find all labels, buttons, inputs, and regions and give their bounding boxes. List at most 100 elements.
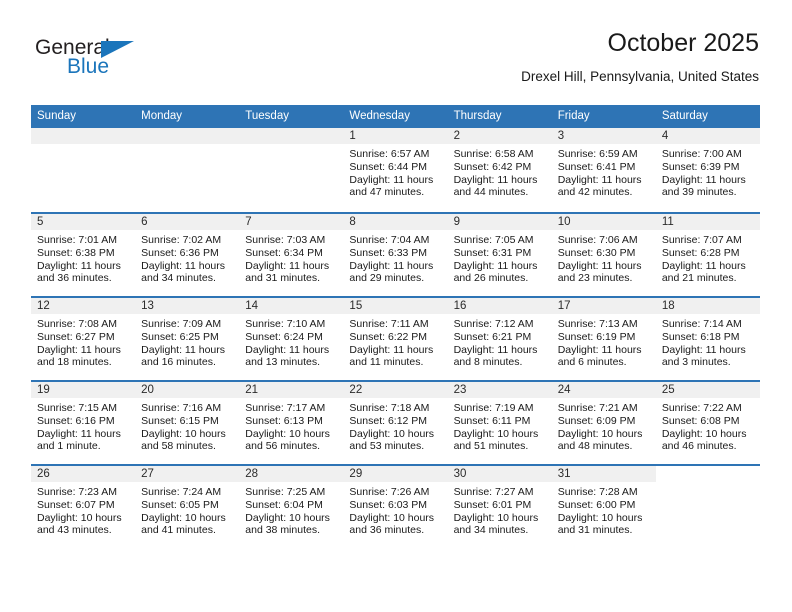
day-info-sunrise: Sunrise: 7:10 AM bbox=[245, 318, 326, 330]
day-info-daylight1: Daylight: 10 hours bbox=[245, 511, 330, 524]
day-info-sunrise: Sunrise: 7:27 AM bbox=[453, 486, 534, 498]
day-cell[interactable]: 11 Sunrise: 7:07 AM Sunset: 6:28 PM Dayligh… bbox=[655, 212, 760, 296]
day-cell[interactable]: 1 Sunrise: 6:57 AM Sunset: 6:44 PM Daylight… bbox=[343, 128, 448, 212]
day-cell[interactable]: 9 Sunrise: 7:05 AM Sunset: 6:31 PM Daylight… bbox=[447, 212, 552, 296]
day-info: Sunrise: 7:17 AM Sunset: 6:13 PM Daylight:… bbox=[239, 398, 343, 453]
day-cell[interactable]: 15 Sunrise: 7:11 AM Sunset: 6:22 PM Dayligh… bbox=[343, 296, 448, 380]
day-cell[interactable]: 10 Sunrise: 7:06 AM Sunset: 6:30 PM Dayligh… bbox=[551, 212, 656, 296]
day-cell[interactable]: 16 Sunrise: 7:12 AM Sunset: 6:21 PM Dayligh… bbox=[447, 296, 552, 380]
day-info-daylight1: Daylight: 11 hours bbox=[453, 173, 538, 186]
day-cell[interactable]: 7 Sunrise: 7:03 AM Sunset: 6:34 PM Daylight… bbox=[239, 212, 344, 296]
day-info-daylight1: Daylight: 10 hours bbox=[349, 511, 435, 524]
day-info-daylight2: and 6 minutes. bbox=[557, 356, 627, 369]
calendar-cell: 22 Sunrise: 7:18 AM Sunset: 6:12 PM Dayligh… bbox=[343, 380, 448, 464]
day-info-sunset: Sunset: 6:33 PM bbox=[349, 246, 428, 259]
day-info-daylight2: and 53 minutes. bbox=[349, 440, 425, 453]
day-info-sunrise: Sunrise: 6:59 AM bbox=[557, 148, 638, 160]
calendar-cell: 29 Sunrise: 7:26 AM Sunset: 6:03 PM Dayligh… bbox=[343, 464, 448, 548]
calendar-cell: 8 Sunrise: 7:04 AM Sunset: 6:33 PM Daylight… bbox=[343, 212, 448, 296]
day-info-daylight1: Daylight: 11 hours bbox=[37, 259, 121, 272]
day-info: Sunrise: 7:06 AM Sunset: 6:30 PM Daylight:… bbox=[552, 230, 656, 285]
calendar-cell: 28 Sunrise: 7:25 AM Sunset: 6:04 PM Dayligh… bbox=[239, 464, 344, 548]
day-cell[interactable]: 18 Sunrise: 7:14 AM Sunset: 6:18 PM Dayligh… bbox=[655, 296, 760, 380]
day-info-sunrise: Sunrise: 7:00 AM bbox=[661, 148, 742, 160]
calendar-cell bbox=[31, 128, 136, 212]
day-info-daylight2: and 47 minutes. bbox=[349, 186, 425, 199]
day-info-sunrise: Sunrise: 7:01 AM bbox=[37, 234, 117, 246]
day-info-sunrise: Sunrise: 7:08 AM bbox=[37, 318, 117, 330]
day-cell[interactable]: 29 Sunrise: 7:26 AM Sunset: 6:03 PM Dayligh… bbox=[343, 464, 448, 548]
day-info-daylight1: Daylight: 10 hours bbox=[661, 427, 747, 440]
day-cell[interactable]: 19 Sunrise: 7:15 AM Sunset: 6:16 PM Dayligh… bbox=[31, 380, 136, 464]
day-number: 12 bbox=[31, 298, 136, 314]
day-info-daylight1: Daylight: 11 hours bbox=[349, 259, 434, 272]
day-info-sunrise: Sunrise: 7:12 AM bbox=[453, 318, 534, 330]
day-info: Sunrise: 7:21 AM Sunset: 6:09 PM Daylight:… bbox=[552, 398, 656, 453]
day-cell[interactable]: 17 Sunrise: 7:13 AM Sunset: 6:19 PM Dayligh… bbox=[551, 296, 656, 380]
calendar-cell: 1 Sunrise: 6:57 AM Sunset: 6:44 PM Daylight… bbox=[343, 128, 448, 212]
day-info: Sunrise: 7:02 AM Sunset: 6:36 PM Daylight:… bbox=[135, 230, 239, 285]
calendar-cell: 2 Sunrise: 6:58 AM Sunset: 6:42 PM Daylight… bbox=[447, 128, 552, 212]
calendar-cell: 25 Sunrise: 7:22 AM Sunset: 6:08 PM Dayligh… bbox=[655, 380, 760, 464]
day-cell[interactable]: 26 Sunrise: 7:23 AM Sunset: 6:07 PM Dayligh… bbox=[31, 464, 136, 548]
weekday-header-friday: Friday bbox=[551, 105, 656, 128]
day-cell[interactable]: 12 Sunrise: 7:08 AM Sunset: 6:27 PM Dayligh… bbox=[31, 296, 136, 380]
day-cell[interactable]: 20 Sunrise: 7:16 AM Sunset: 6:15 PM Dayligh… bbox=[135, 380, 240, 464]
day-cell[interactable]: 6 Sunrise: 7:02 AM Sunset: 6:36 PM Daylight… bbox=[135, 212, 240, 296]
day-cell[interactable]: 28 Sunrise: 7:25 AM Sunset: 6:04 PM Dayligh… bbox=[239, 464, 344, 548]
day-info-daylight2: and 36 minutes. bbox=[37, 272, 112, 285]
day-number: 16 bbox=[447, 298, 552, 314]
day-info-daylight2: and 39 minutes. bbox=[661, 186, 737, 199]
day-number: 4 bbox=[655, 128, 760, 144]
day-info-sunrise: Sunrise: 7:05 AM bbox=[453, 234, 534, 246]
day-info-sunrise: Sunrise: 7:02 AM bbox=[141, 234, 222, 246]
day-cell[interactable]: 8 Sunrise: 7:04 AM Sunset: 6:33 PM Daylight… bbox=[343, 212, 448, 296]
day-info-daylight1: Daylight: 11 hours bbox=[661, 343, 746, 356]
day-number: 28 bbox=[239, 466, 344, 482]
day-cell[interactable]: 14 Sunrise: 7:10 AM Sunset: 6:24 PM Dayligh… bbox=[239, 296, 344, 380]
day-number: 3 bbox=[551, 128, 656, 144]
day-cell[interactable]: 13 Sunrise: 7:09 AM Sunset: 6:25 PM Dayligh… bbox=[135, 296, 240, 380]
day-cell[interactable]: 4 Sunrise: 7:00 AM Sunset: 6:39 PM Daylight… bbox=[655, 128, 760, 212]
day-info-daylight1: Daylight: 10 hours bbox=[557, 427, 643, 440]
day-cell[interactable]: 25 Sunrise: 7:22 AM Sunset: 6:08 PM Dayligh… bbox=[655, 380, 760, 464]
day-info-sunset: Sunset: 6:08 PM bbox=[661, 414, 740, 427]
day-cell[interactable]: 30 Sunrise: 7:27 AM Sunset: 6:01 PM Dayligh… bbox=[447, 464, 552, 548]
day-cell[interactable]: 2 Sunrise: 6:58 AM Sunset: 6:42 PM Daylight… bbox=[447, 128, 552, 212]
day-info-daylight1: Daylight: 11 hours bbox=[141, 343, 225, 356]
day-cell[interactable]: 5 Sunrise: 7:01 AM Sunset: 6:38 PM Daylight… bbox=[31, 212, 136, 296]
day-info-sunset: Sunset: 6:05 PM bbox=[141, 498, 219, 511]
calendar-cell: 23 Sunrise: 7:19 AM Sunset: 6:11 PM Dayligh… bbox=[447, 380, 552, 464]
day-info: Sunrise: 7:19 AM Sunset: 6:11 PM Daylight:… bbox=[448, 398, 552, 453]
day-number: 1 bbox=[343, 128, 448, 144]
calendar-cell: 21 Sunrise: 7:17 AM Sunset: 6:13 PM Dayligh… bbox=[239, 380, 344, 464]
day-cell[interactable]: 21 Sunrise: 7:17 AM Sunset: 6:13 PM Dayligh… bbox=[239, 380, 344, 464]
day-number: 21 bbox=[239, 382, 344, 398]
day-info: Sunrise: 7:04 AM Sunset: 6:33 PM Daylight:… bbox=[343, 230, 447, 285]
day-cell[interactable]: 27 Sunrise: 7:24 AM Sunset: 6:05 PM Dayligh… bbox=[135, 464, 240, 548]
day-info-daylight2: and 41 minutes. bbox=[141, 524, 216, 537]
calendar-week-row: 19 Sunrise: 7:15 AM Sunset: 6:16 PM Dayligh… bbox=[31, 380, 760, 464]
day-info-sunset: Sunset: 6:30 PM bbox=[557, 246, 636, 259]
day-info-sunset: Sunset: 6:41 PM bbox=[557, 160, 636, 173]
day-number: 23 bbox=[447, 382, 552, 398]
day-cell[interactable]: 22 Sunrise: 7:18 AM Sunset: 6:12 PM Dayligh… bbox=[343, 380, 448, 464]
day-info-daylight2: and 1 minute. bbox=[37, 440, 101, 453]
day-cell[interactable]: 24 Sunrise: 7:21 AM Sunset: 6:09 PM Dayligh… bbox=[551, 380, 656, 464]
day-info: Sunrise: 7:22 AM Sunset: 6:08 PM Daylight:… bbox=[656, 398, 760, 453]
day-info: Sunrise: 7:25 AM Sunset: 6:04 PM Daylight:… bbox=[239, 482, 343, 537]
day-info-sunset: Sunset: 6:12 PM bbox=[349, 414, 428, 427]
day-cell[interactable]: 23 Sunrise: 7:19 AM Sunset: 6:11 PM Dayligh… bbox=[447, 380, 552, 464]
day-info-daylight2: and 13 minutes. bbox=[245, 356, 320, 369]
calendar-cell: 16 Sunrise: 7:12 AM Sunset: 6:21 PM Dayligh… bbox=[447, 296, 552, 380]
day-info-daylight2: and 31 minutes. bbox=[557, 524, 633, 537]
calendar-cell: 31 Sunrise: 7:28 AM Sunset: 6:00 PM Dayligh… bbox=[551, 464, 656, 548]
day-cell[interactable]: 31 Sunrise: 7:28 AM Sunset: 6:00 PM Dayligh… bbox=[551, 464, 656, 548]
general-blue-logo[interactable]: General Blue bbox=[35, 36, 155, 84]
day-info-daylight2: and 21 minutes. bbox=[661, 272, 737, 285]
page-header: General Blue October 2025 Drexel Hill, P… bbox=[31, 28, 759, 100]
day-info-sunrise: Sunrise: 7:13 AM bbox=[557, 318, 638, 330]
day-info-daylight1: Daylight: 11 hours bbox=[37, 427, 121, 440]
day-cell[interactable]: 3 Sunrise: 6:59 AM Sunset: 6:41 PM Daylight… bbox=[551, 128, 656, 212]
weekday-header-thursday: Thursday bbox=[447, 105, 552, 128]
